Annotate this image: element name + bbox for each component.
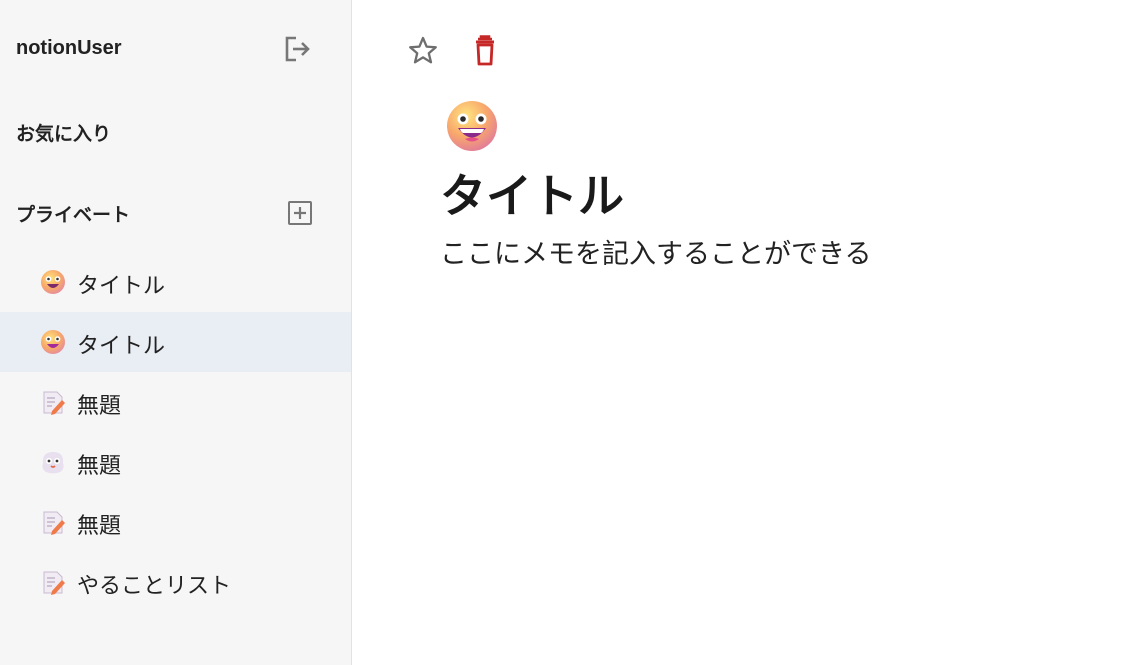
logout-icon[interactable] bbox=[282, 34, 312, 64]
favorites-section-title: お気に入り bbox=[16, 123, 112, 145]
page-label: タイトル bbox=[77, 274, 166, 299]
page-title[interactable]: タイトル bbox=[440, 160, 624, 226]
sidebar: notionUser お気に入り プライベート タイトル タイトル 無題 無題 … bbox=[0, 0, 352, 665]
page-label: やることリスト bbox=[77, 574, 232, 599]
grinning-face-icon bbox=[40, 329, 66, 355]
add-page-icon[interactable] bbox=[287, 200, 313, 226]
page-label: 無題 bbox=[77, 394, 122, 419]
username: notionUser bbox=[16, 37, 122, 59]
page-label: 無題 bbox=[77, 454, 122, 479]
grinning-face-icon bbox=[40, 269, 66, 295]
memo-icon bbox=[40, 509, 66, 535]
page-label: 無題 bbox=[77, 514, 122, 539]
trash-icon[interactable] bbox=[468, 34, 502, 68]
sidebar-page-item-active[interactable]: タイトル bbox=[0, 312, 351, 372]
main-content: タイトル ここにメモを記入することができる bbox=[352, 0, 1135, 665]
sidebar-page-item[interactable]: 無題 bbox=[0, 432, 351, 492]
sidebar-page-item[interactable]: 無題 bbox=[0, 492, 351, 552]
page-label: タイトル bbox=[77, 334, 166, 359]
page-emoji-icon[interactable] bbox=[445, 99, 499, 153]
page-memo[interactable]: ここにメモを記入することができる bbox=[440, 232, 871, 271]
user-row: notionUser bbox=[16, 34, 316, 62]
memo-icon bbox=[40, 569, 66, 595]
page-list: タイトル タイトル 無題 無題 無題 やることリスト bbox=[0, 252, 351, 612]
sidebar-page-item[interactable]: 無題 bbox=[0, 372, 351, 432]
sidebar-page-item[interactable]: タイトル bbox=[0, 252, 351, 312]
ghost-face-icon bbox=[40, 449, 66, 475]
private-section-title: プライベート bbox=[16, 204, 131, 226]
star-outline-icon[interactable] bbox=[406, 34, 440, 68]
memo-icon bbox=[40, 389, 66, 415]
sidebar-page-item[interactable]: やることリスト bbox=[0, 552, 351, 612]
